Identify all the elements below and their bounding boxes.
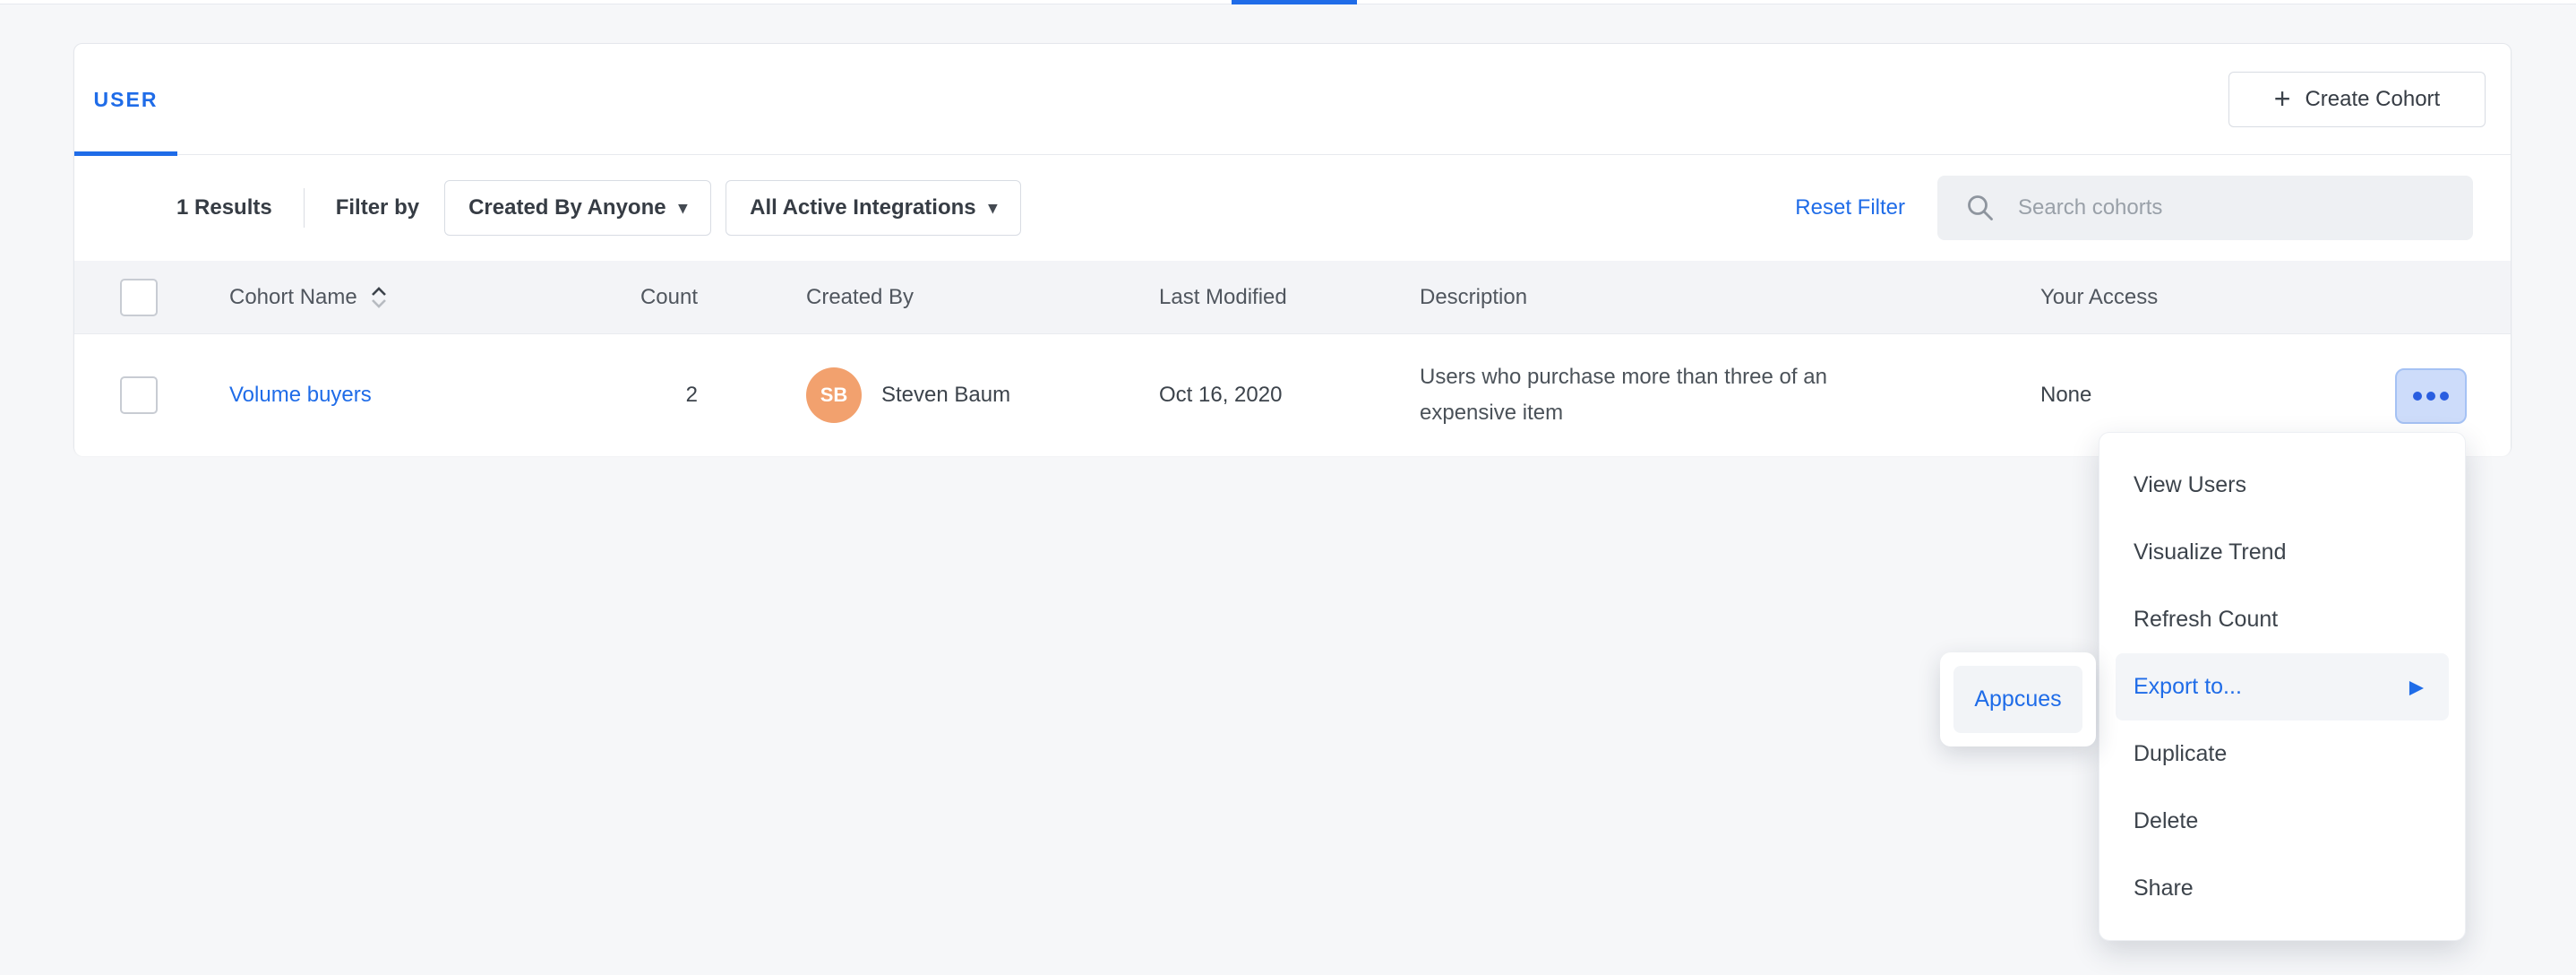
header-description: Description: [1420, 261, 1903, 333]
cohorts-card: USER + Create Cohort 1 Results Filter by…: [73, 43, 2512, 455]
search-box[interactable]: [1937, 176, 2473, 240]
header-created-by: Created By: [806, 261, 914, 333]
cohort-description: Users who purchase more than three of an…: [1420, 359, 1903, 431]
header-last-modified: Last Modified: [1159, 261, 1287, 333]
row-context-menu: View Users Visualize Trend Refresh Count…: [2099, 432, 2466, 941]
create-cohort-button[interactable]: + Create Cohort: [2228, 72, 2486, 127]
search-icon: [1966, 194, 1995, 222]
plus-icon: +: [2274, 84, 2291, 113]
divider: [304, 188, 305, 228]
results-count: 1 Results: [176, 195, 272, 220]
avatar: SB: [806, 367, 862, 423]
integrations-dropdown-value: All Active Integrations: [750, 195, 976, 220]
filter-by-label: Filter by: [336, 195, 419, 220]
filter-left-group: 1 Results Filter by Created By Anyone ▾ …: [176, 155, 1021, 261]
export-submenu: Appcues: [1940, 652, 2096, 746]
select-all-checkbox[interactable]: [120, 279, 158, 316]
menu-item-export-to[interactable]: Export to... ▶: [2116, 653, 2449, 720]
header-count: Count: [477, 261, 698, 333]
table-header-row: Cohort Name Count Created By Last Modifi…: [74, 261, 2511, 334]
create-cohort-label: Create Cohort: [2305, 87, 2440, 112]
top-nav-edge: [0, 0, 2576, 4]
more-options-icon: [2440, 392, 2449, 401]
reset-filter-link[interactable]: Reset Filter: [1795, 155, 1905, 261]
menu-item-view-users[interactable]: View Users: [2099, 452, 2465, 519]
header-your-access: Your Access: [2040, 261, 2158, 333]
header-cohort-name[interactable]: Cohort Name: [229, 261, 388, 333]
row-checkbox[interactable]: [120, 376, 158, 414]
your-access-value: None: [2040, 334, 2091, 456]
integrations-dropdown[interactable]: All Active Integrations ▾: [726, 180, 1021, 236]
menu-item-delete[interactable]: Delete: [2099, 788, 2465, 855]
caret-down-icon: ▾: [679, 200, 688, 217]
more-options-icon: [2426, 392, 2435, 401]
more-options-button[interactable]: [2395, 368, 2467, 424]
menu-item-visualize-trend[interactable]: Visualize Trend: [2099, 519, 2465, 586]
menu-item-refresh-count[interactable]: Refresh Count: [2099, 586, 2465, 653]
more-options-icon: [2413, 392, 2422, 401]
menu-item-export-to-label: Export to...: [2134, 674, 2242, 700]
menu-item-share[interactable]: Share: [2099, 855, 2465, 922]
filter-bar: 1 Results Filter by Created By Anyone ▾ …: [74, 155, 2511, 261]
cohort-name-link[interactable]: Volume buyers: [229, 383, 372, 408]
header-cohort-name-label: Cohort Name: [229, 285, 357, 310]
active-nav-tab-indicator: [1232, 0, 1357, 4]
created-by-dropdown[interactable]: Created By Anyone ▾: [444, 180, 711, 236]
cohort-count: 2: [477, 334, 698, 456]
last-modified-value: Oct 16, 2020: [1159, 334, 1282, 456]
submenu-arrow-icon: ▶: [2409, 677, 2424, 696]
search-input[interactable]: [2018, 195, 2455, 220]
menu-item-duplicate[interactable]: Duplicate: [2099, 720, 2465, 788]
created-by-name: Steven Baum: [881, 383, 1010, 408]
tab-user[interactable]: USER: [74, 44, 177, 155]
created-by-dropdown-value: Created By Anyone: [468, 195, 666, 220]
caret-down-icon: ▾: [989, 200, 998, 217]
tab-user-label: USER: [94, 88, 159, 112]
card-tab-header: USER + Create Cohort: [74, 44, 2511, 155]
sort-icon: [370, 286, 388, 309]
submenu-item-appcues[interactable]: Appcues: [1953, 666, 2082, 733]
